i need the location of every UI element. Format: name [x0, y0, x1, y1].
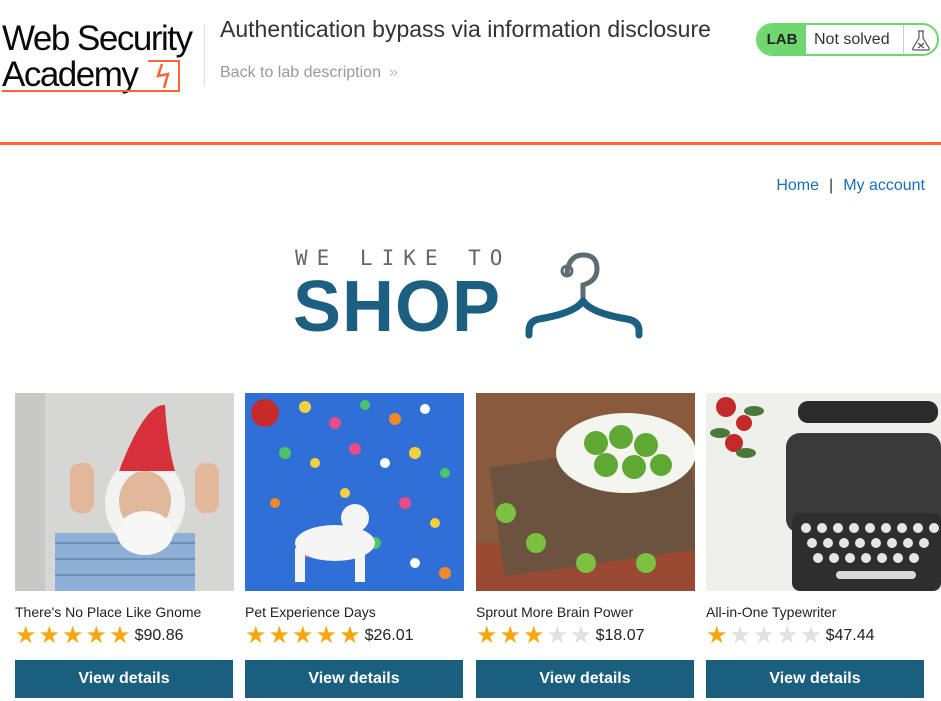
- lab-status-widget: LAB Not solved: [756, 23, 939, 56]
- star-icon: ★: [729, 622, 752, 649]
- home-link[interactable]: Home: [776, 177, 819, 194]
- product-name: There's No Place Like Gnome: [15, 604, 202, 620]
- logo-line2: Academy: [2, 55, 139, 94]
- logo-underline: [2, 90, 180, 92]
- web-security-academy-logo[interactable]: Web Security Academy: [2, 18, 202, 96]
- star-icon: ★: [776, 622, 799, 649]
- gnome-product-image: [15, 393, 234, 591]
- star-icon: ★: [62, 622, 84, 649]
- logo-line1: Web Security: [2, 19, 193, 58]
- star-icon: ★: [268, 622, 291, 649]
- star-icon: ★: [85, 622, 108, 649]
- lab-title: Authentication bypass via information di…: [220, 16, 711, 42]
- view-details-button[interactable]: View details: [245, 660, 463, 698]
- product-rating: ★ ★ ★ ★ ★ $47.44: [706, 623, 875, 649]
- star-icon: ★: [245, 622, 267, 649]
- star-icon: ★: [800, 622, 822, 649]
- star-icon: ★: [706, 622, 728, 649]
- product-name: All-in-One Typewriter: [706, 604, 837, 620]
- product-price: $47.44: [825, 627, 875, 644]
- product-price: $18.07: [595, 627, 645, 644]
- my-account-link[interactable]: My account: [843, 177, 925, 194]
- product-price: $90.86: [134, 627, 184, 644]
- top-navigation: Home | My account: [776, 177, 925, 195]
- banner-title: SHOP: [293, 267, 502, 347]
- view-details-button[interactable]: View details: [706, 660, 924, 698]
- star-icon: ★: [546, 622, 569, 649]
- lightning-bolt-icon: [156, 63, 170, 89]
- product-rating: ★ ★ ★ ★ ★ $90.86: [15, 623, 184, 649]
- star-icon: ★: [499, 622, 522, 649]
- product-rating: ★ ★ ★ ★ ★ $18.07: [476, 623, 645, 649]
- star-icon: ★: [753, 622, 775, 649]
- lab-badge: LAB: [758, 25, 806, 54]
- pet-experience-product-image: [245, 393, 464, 591]
- star-rating: ★ ★ ★ ★ ★: [245, 624, 361, 648]
- shop-banner: WE LIKE TO SHOP: [293, 243, 653, 347]
- lab-status-text: Not solved: [806, 25, 904, 54]
- view-details-button[interactable]: View details: [15, 660, 233, 698]
- product-name: Pet Experience Days: [245, 604, 376, 620]
- product-rating: ★ ★ ★ ★ ★ $26.01: [245, 623, 414, 649]
- back-link-label: Back to lab description: [220, 64, 381, 81]
- star-icon: ★: [38, 622, 61, 649]
- product-price: $26.01: [364, 627, 414, 644]
- header-accent-line: [0, 142, 941, 145]
- star-icon: ★: [315, 622, 338, 649]
- back-to-lab-description-link[interactable]: Back to lab description »: [220, 64, 398, 82]
- star-icon: ★: [570, 622, 592, 649]
- flask-icon: [904, 25, 937, 54]
- star-rating: ★ ★ ★ ★ ★: [476, 624, 592, 648]
- sprouts-product-image: [476, 393, 695, 591]
- star-icon: ★: [292, 622, 314, 649]
- typewriter-product-image: [706, 393, 941, 591]
- nav-separator: |: [829, 177, 834, 194]
- star-icon: ★: [339, 622, 361, 649]
- view-details-button[interactable]: View details: [476, 660, 694, 698]
- product-name: Sprout More Brain Power: [476, 604, 634, 620]
- star-icon: ★: [476, 622, 498, 649]
- star-rating: ★ ★ ★ ★ ★: [15, 624, 131, 648]
- star-icon: ★: [15, 622, 37, 649]
- double-chevron-icon: »: [388, 64, 398, 81]
- star-icon: ★: [523, 622, 545, 649]
- coat-hanger-icon: [525, 252, 643, 339]
- star-icon: ★: [109, 622, 131, 649]
- academy-header: Web Security Academy Authentication bypa…: [0, 0, 941, 146]
- star-rating: ★ ★ ★ ★ ★: [706, 624, 822, 648]
- header-divider: [204, 24, 205, 86]
